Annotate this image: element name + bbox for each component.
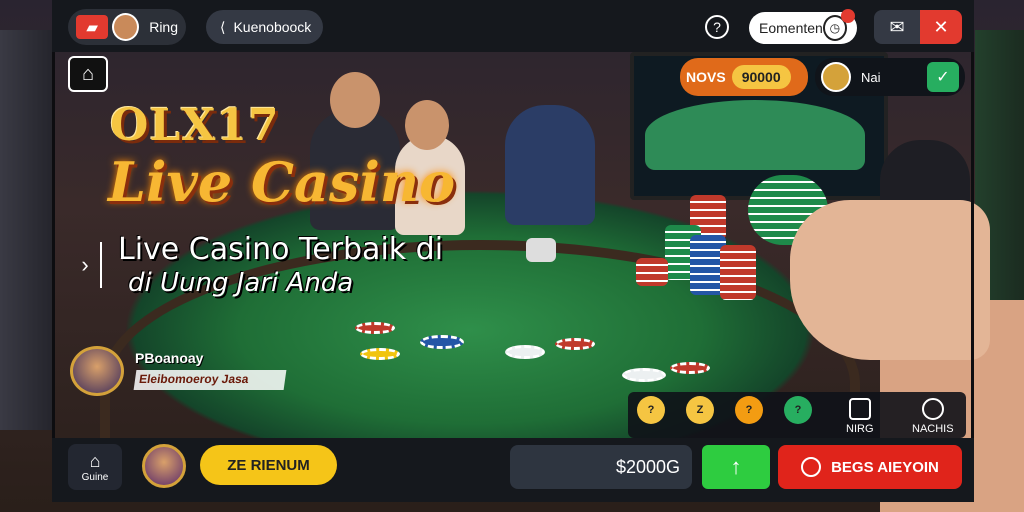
odds-value: 90000 [731, 65, 791, 89]
table-button[interactable]: NIRG [846, 398, 874, 435]
game-icon-2[interactable]: Z [686, 396, 714, 424]
gift-button[interactable]: ✉ [874, 10, 920, 44]
home-button[interactable]: ⌂ [68, 56, 108, 92]
machines-button[interactable]: NACHIS [912, 398, 954, 435]
brand-title: OLX17 [110, 100, 280, 151]
back-arrow-icon: ⟨ [220, 18, 226, 35]
live-casino-title: Live Casino [108, 150, 456, 214]
slot-machine-left [0, 30, 55, 430]
game-icon-1[interactable]: ? [637, 396, 665, 424]
increase-bet-button[interactable]: ↑ [702, 445, 770, 489]
bet-icon [801, 457, 822, 477]
balance-display: $2000G [510, 445, 692, 489]
hero-subtitle: Live Casino Terbaik di [118, 232, 444, 267]
deposit-button[interactable]: ZE RIENUM [200, 445, 337, 485]
close-button[interactable]: ✕ [920, 10, 962, 44]
promo-avatar[interactable] [70, 346, 124, 396]
check-icon: ✓ [936, 69, 950, 86]
chevron-right-icon: › [81, 252, 89, 277]
side-menu-toggle[interactable]: › [70, 242, 102, 288]
back-button[interactable]: ⟨ Kuenoboock [206, 10, 323, 44]
lobby-button[interactable]: ⌂ Guine [68, 444, 122, 490]
stat-pill: Nai ✓ [815, 58, 965, 96]
notification-badge [841, 9, 855, 23]
coin-icon [821, 62, 851, 92]
hero-tagline: di Uung Jari Anda [128, 268, 354, 298]
user-avatar[interactable] [112, 13, 140, 41]
stat-label: Nai [861, 69, 881, 85]
game-icon-3[interactable]: ? [735, 396, 763, 424]
back-label: Kuenoboock [233, 19, 312, 35]
game-icon-4[interactable]: ? [784, 396, 812, 424]
notifications-label: Eomenten [759, 20, 823, 36]
brand-pill[interactable]: ▰ Ring [68, 9, 186, 45]
arrow-up-icon: ↑ [730, 454, 742, 479]
odds-display: NOVS 90000 [680, 58, 808, 96]
machines-icon [921, 398, 944, 420]
place-bet-button[interactable]: BEGS AIEYOIN [778, 445, 962, 489]
house-icon: ⌂ [89, 451, 101, 471]
gift-icon: ✉ [889, 16, 905, 37]
confirm-button[interactable]: ✓ [927, 62, 959, 92]
brand-label: Ring [149, 19, 178, 35]
lobby-label: Guine [81, 472, 109, 483]
help-icon[interactable]: ? [705, 15, 729, 39]
odds-label: NOVS [686, 69, 726, 85]
table-button-label: NIRG [846, 423, 874, 435]
brand-logo-icon: ▰ [76, 15, 109, 39]
profile-avatar[interactable] [142, 444, 186, 488]
machines-button-label: NACHIS [912, 423, 954, 435]
home-icon: ⌂ [81, 62, 95, 85]
promo-title: PBoanoay [135, 350, 204, 366]
promo-banner[interactable]: Eleibomoeroy Jasa [133, 370, 287, 390]
table-icon [848, 398, 871, 420]
place-bet-label: BEGS AIEYOIN [831, 458, 939, 476]
close-icon: ✕ [933, 16, 949, 37]
